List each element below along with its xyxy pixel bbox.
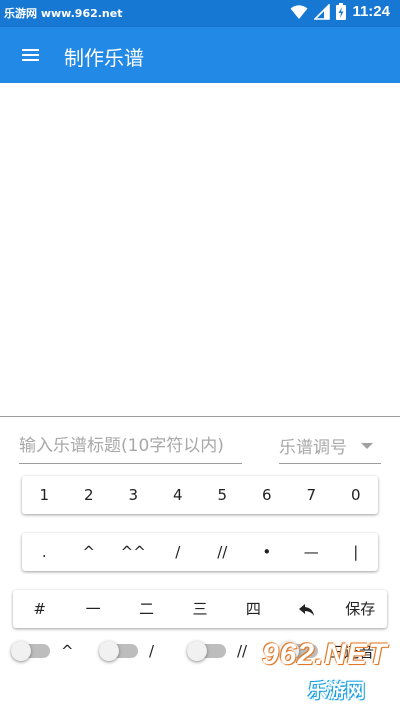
key-digit-3[interactable]: 3	[111, 476, 156, 514]
key-sharp[interactable]: #	[13, 590, 66, 628]
key-digit-1[interactable]: 1	[22, 476, 67, 514]
key-four[interactable]: 四	[227, 590, 280, 628]
undo-arrow-icon	[298, 603, 314, 616]
toggle-label: //	[237, 642, 248, 660]
wifi-icon	[290, 4, 308, 19]
battery-charging-icon	[336, 3, 347, 20]
toggle-track	[99, 641, 138, 661]
watermark-logo-main: 962.NET	[262, 638, 388, 671]
status-bar: 乐游网 www.962.net 11:24	[0, 0, 400, 27]
toggle-double-slash[interactable]: //	[187, 636, 248, 666]
key-double-slash[interactable]: //	[200, 533, 245, 571]
toggle-slash[interactable]: /	[99, 636, 155, 666]
toggle-label: /	[149, 642, 155, 660]
mark-keys-row: . ^ ^^ / // • — |	[22, 533, 378, 571]
key-bar[interactable]: |	[334, 533, 379, 571]
toggle-thumb	[99, 641, 119, 661]
key-dot[interactable]: .	[22, 533, 67, 571]
watermark-logo-sub: 乐游网	[308, 680, 366, 702]
key-digit-7[interactable]: 7	[289, 476, 334, 514]
watermark-logo: 962.NET 乐游网	[262, 638, 396, 706]
key-digit-5[interactable]: 5	[200, 476, 245, 514]
signal-icon	[314, 3, 331, 20]
key-signature-label: 乐谱调号	[279, 438, 347, 458]
divider	[0, 416, 400, 417]
menu-button[interactable]	[18, 44, 44, 66]
toggle-label: ^	[61, 642, 74, 660]
save-button[interactable]: 保存	[334, 590, 387, 628]
page-title: 制作乐谱	[64, 46, 144, 70]
toggle-thumb	[187, 641, 207, 661]
app-bar: 制作乐谱	[0, 27, 400, 83]
special-keys-row: # 一 二 三 四 保存	[13, 590, 387, 628]
key-digit-4[interactable]: 4	[156, 476, 201, 514]
hamburger-menu-icon	[22, 49, 39, 61]
status-icons: 11:24	[290, 3, 390, 20]
score-canvas[interactable]	[0, 83, 400, 416]
key-double-caret[interactable]: ^^	[111, 533, 156, 571]
toggle-track	[187, 641, 226, 661]
toggle-thumb	[11, 641, 31, 661]
key-digit-0[interactable]: 0	[334, 476, 379, 514]
key-caret[interactable]: ^	[67, 533, 112, 571]
key-one[interactable]: 一	[66, 590, 119, 628]
key-three[interactable]: 三	[173, 590, 226, 628]
dropdown-arrow-icon	[361, 443, 373, 449]
digit-keys-row: 1 2 3 4 5 6 7 0	[22, 476, 378, 514]
key-bullet[interactable]: •	[245, 533, 290, 571]
watermark-text: 乐游网 www.962.net	[4, 7, 123, 20]
key-dash[interactable]: —	[289, 533, 334, 571]
key-two[interactable]: 二	[120, 590, 173, 628]
toggle-track	[11, 641, 50, 661]
undo-button[interactable]	[280, 590, 333, 628]
key-signature-select[interactable]: 乐谱调号	[279, 428, 381, 464]
status-clock: 11:24	[352, 3, 390, 20]
score-title-input[interactable]	[19, 428, 242, 464]
key-digit-2[interactable]: 2	[67, 476, 112, 514]
key-digit-6[interactable]: 6	[245, 476, 290, 514]
toggle-caret[interactable]: ^	[11, 636, 74, 666]
key-slash[interactable]: /	[156, 533, 201, 571]
